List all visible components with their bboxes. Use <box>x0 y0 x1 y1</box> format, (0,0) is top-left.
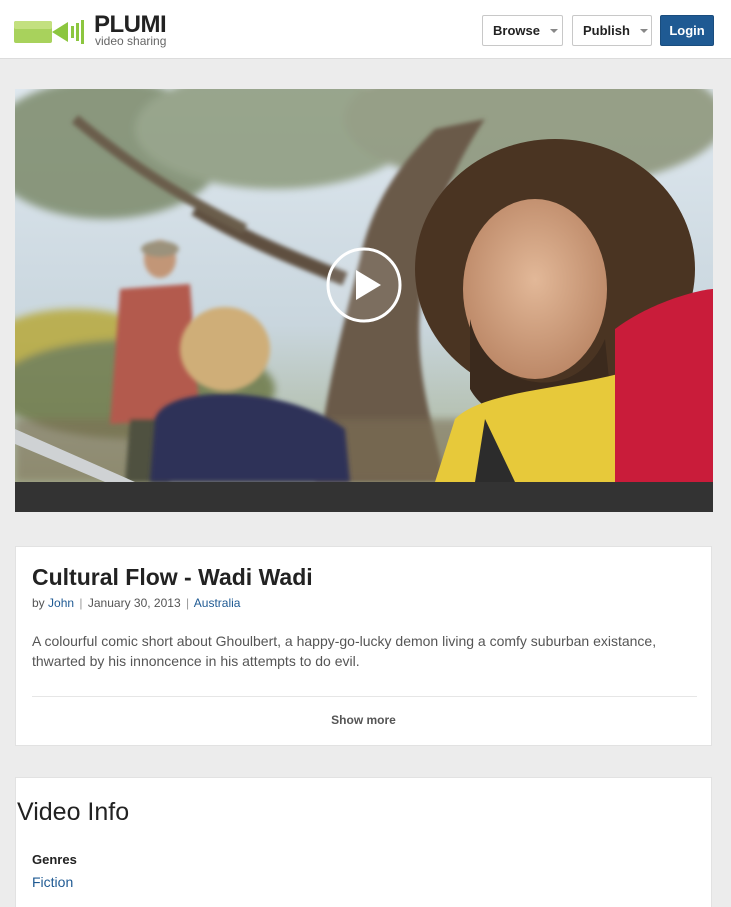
genre-link[interactable]: Fiction <box>32 874 73 890</box>
video-control-bar[interactable] <box>15 482 713 512</box>
logo-tagline: video sharing <box>95 34 167 48</box>
video-description: A colourful comic short about Ghoulbert,… <box>32 633 657 669</box>
publish-menu-button[interactable]: Publish <box>572 15 652 46</box>
divider <box>32 696 697 697</box>
meta-separator: | <box>79 596 83 610</box>
country-link[interactable]: Australia <box>194 596 241 610</box>
chevron-down-icon <box>549 28 558 33</box>
login-button[interactable]: Login <box>660 15 714 46</box>
camera-logo-icon <box>14 20 84 44</box>
top-navigation-bar: PLUMI video sharing Browse Publish Login <box>0 0 731 59</box>
video-player[interactable] <box>15 89 713 512</box>
play-icon[interactable] <box>325 246 403 324</box>
meta-separator: | <box>185 596 190 610</box>
video-info-card: Video Info Genres Fiction <box>15 777 712 907</box>
publish-date: January 30, 2013 <box>87 596 181 610</box>
login-label: Login <box>669 23 705 38</box>
browse-label: Browse <box>493 23 540 38</box>
video-meta: by John | January 30, 2013 | Australia <box>32 596 240 610</box>
genres-label: Genres <box>32 852 77 867</box>
plumi-logo[interactable]: PLUMI video sharing <box>14 12 174 49</box>
show-more-button[interactable]: Show more <box>16 713 711 727</box>
publish-label: Publish <box>583 23 630 38</box>
browse-menu-button[interactable]: Browse <box>482 15 563 46</box>
video-info-heading: Video Info <box>17 798 130 826</box>
video-details-card: Cultural Flow - Wadi Wadi by John | Janu… <box>15 546 712 746</box>
author-link[interactable]: John <box>48 596 74 610</box>
video-title: Cultural Flow - Wadi Wadi <box>32 564 313 590</box>
chevron-down-icon <box>639 28 648 33</box>
by-prefix: by <box>32 596 45 610</box>
